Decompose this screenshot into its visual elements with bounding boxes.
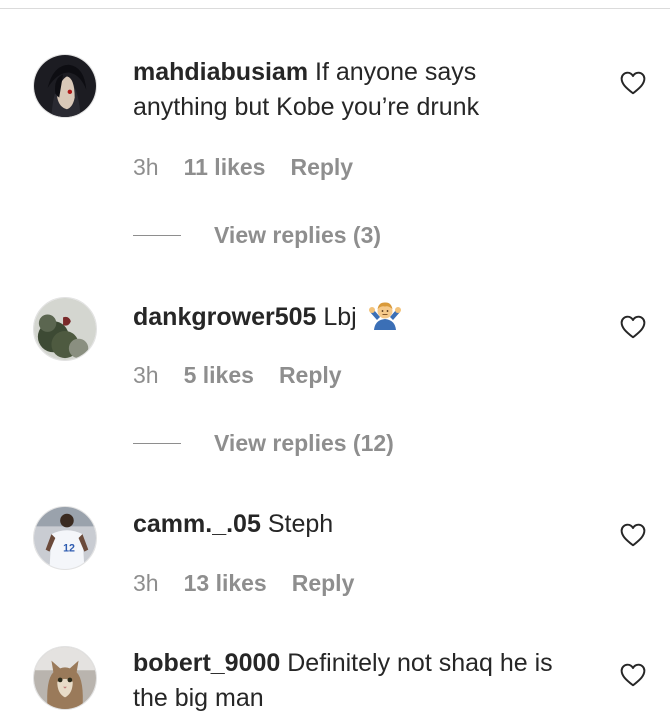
svg-text:12: 12 [63, 543, 75, 555]
likes-count[interactable]: 11 likes [184, 154, 266, 181]
comment-timestamp[interactable]: 3h [133, 570, 159, 597]
reply-button[interactable]: Reply [292, 570, 355, 597]
heart-outline-icon[interactable] [620, 523, 646, 547]
comment-meta: 3h 13 likes Reply [133, 570, 354, 597]
view-replies-row: View replies (3) [133, 222, 381, 249]
avatar[interactable] [33, 646, 97, 710]
comment-text: bobert_9000 Definitely not shaq he is th… [133, 646, 573, 716]
person-shrugging-emoji [368, 300, 402, 330]
comment-username[interactable]: mahdiabusiam [133, 58, 308, 86]
comment-username[interactable]: dankgrower505 [133, 303, 316, 331]
comment-meta: 3h 5 likes Reply [133, 362, 342, 389]
heart-outline-icon[interactable] [620, 663, 646, 687]
reply-button[interactable]: Reply [279, 362, 342, 389]
comment-timestamp[interactable]: 3h [133, 154, 159, 181]
avatar[interactable] [33, 54, 97, 118]
replies-divider-line [133, 235, 181, 236]
avatar[interactable] [33, 297, 97, 361]
comment-meta: 3h 11 likes Reply [133, 154, 353, 181]
replies-divider-line [133, 443, 181, 444]
view-replies-row: View replies (12) [133, 430, 394, 457]
comment-body: Lbj [323, 303, 357, 331]
avatar[interactable]: 12 [33, 506, 97, 570]
top-divider [0, 8, 670, 9]
comment-username[interactable]: camm._.05 [133, 510, 261, 538]
view-replies-button[interactable]: View replies (3) [214, 222, 381, 249]
heart-outline-icon[interactable] [620, 71, 646, 95]
comment-body: Steph [267, 510, 334, 538]
comment-username[interactable]: bobert_9000 [133, 649, 280, 677]
comment-text: dankgrower505 Lbj [133, 300, 573, 335]
comment-text: mahdiabusiam If anyone says anything but… [133, 55, 573, 125]
reply-button[interactable]: Reply [290, 154, 353, 181]
comment-text: camm._.05 Steph [133, 507, 573, 542]
comment-timestamp[interactable]: 3h [133, 362, 159, 389]
likes-count[interactable]: 13 likes [184, 570, 267, 597]
heart-outline-icon[interactable] [620, 315, 646, 339]
likes-count[interactable]: 5 likes [184, 362, 254, 389]
view-replies-button[interactable]: View replies (12) [214, 430, 394, 457]
